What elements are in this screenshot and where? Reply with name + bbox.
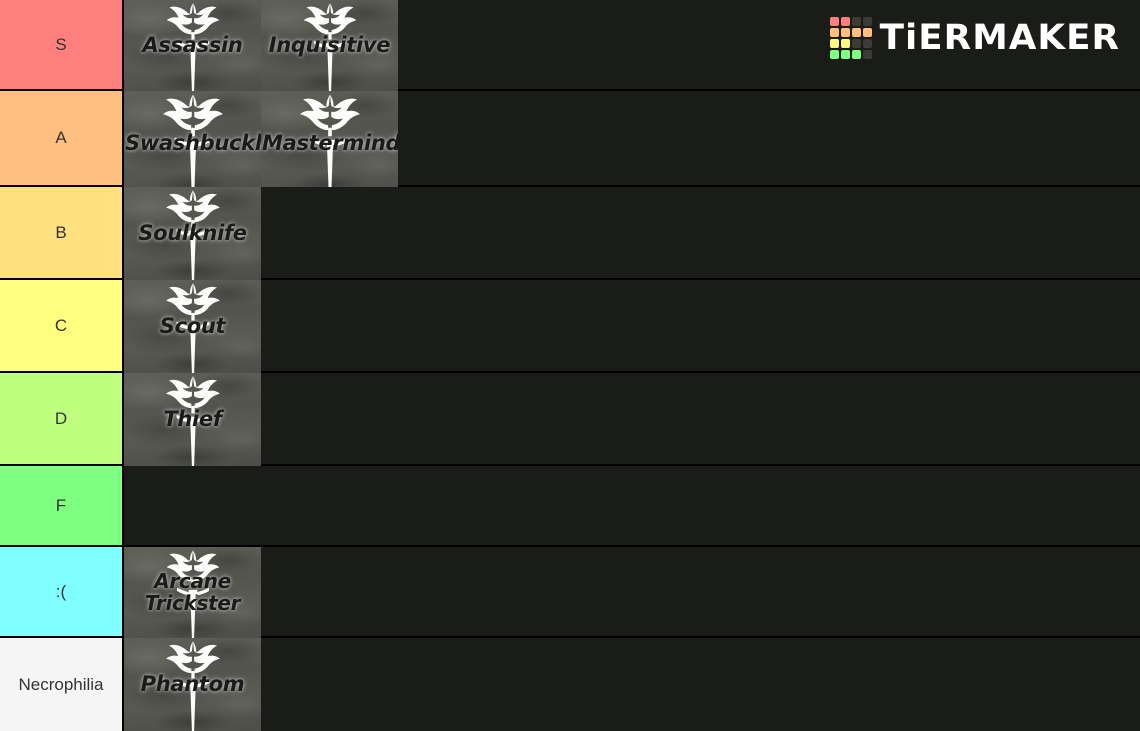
tiermaker-logo: TiERMAKER <box>830 17 1121 59</box>
logo-cell-r3-c0 <box>830 50 840 59</box>
logo-cell-r2-c3 <box>863 39 873 48</box>
card-title: Swashbuckler <box>125 130 261 155</box>
card-title: Scout <box>159 314 226 339</box>
tier-label[interactable]: B <box>0 187 124 278</box>
card-title: Arcane Trickster <box>144 568 241 615</box>
tier-items: Phantom <box>124 638 1140 731</box>
logo-cell-r3-c1 <box>841 50 851 59</box>
logo-cell-r2-c2 <box>852 39 862 48</box>
tier-item-card[interactable]: Soulknife <box>124 187 261 280</box>
card-title: Thief <box>163 407 222 432</box>
tier-row[interactable]: C Scout <box>0 280 1140 373</box>
tiermaker-grid-icon <box>830 17 873 59</box>
tier-item-card[interactable]: Assassin <box>124 0 261 91</box>
tier-items: Thief <box>124 373 1140 466</box>
tier-row[interactable]: B Soulknife <box>0 187 1140 280</box>
tier-row[interactable]: ASwashbucklerMastermind <box>0 91 1140 195</box>
logo-cell-r2-c1 <box>841 39 851 48</box>
logo-cell-r0-c3 <box>863 17 873 26</box>
tier-label[interactable]: F <box>0 466 124 545</box>
logo-cell-r1-c1 <box>841 28 851 37</box>
tier-row[interactable]: F <box>0 466 1140 547</box>
tier-items: Arcane Trickster <box>124 547 1140 638</box>
tier-item-card[interactable]: Mastermind <box>261 91 398 195</box>
tier-label[interactable]: A <box>0 91 124 185</box>
tier-label[interactable]: Necrophilia <box>0 638 124 731</box>
tier-item-card[interactable]: Inquisitive <box>261 0 398 91</box>
logo-cell-r1-c3 <box>863 28 873 37</box>
tier-items: SwashbucklerMastermind <box>124 91 1140 195</box>
tiermaker-wordmark: TiERMAKER <box>880 17 1121 58</box>
logo-cell-r1-c0 <box>830 28 840 37</box>
tier-row[interactable]: :( Arcane Trickster <box>0 547 1140 638</box>
tier-label[interactable]: D <box>0 373 124 464</box>
card-title: Inquisitive <box>268 33 391 58</box>
card-title: Mastermind <box>262 130 398 155</box>
tier-item-card[interactable]: Arcane Trickster <box>124 547 261 638</box>
tier-item-card[interactable]: Scout <box>124 280 261 373</box>
tier-label[interactable]: C <box>0 280 124 371</box>
logo-cell-r0-c0 <box>830 17 840 26</box>
tier-list-board: TiERMAKER S Assassin Inquisitive A Swashbuck… <box>0 0 1140 731</box>
card-title: Assassin <box>142 33 243 58</box>
tier-label[interactable]: :( <box>0 547 124 636</box>
tier-label[interactable]: S <box>0 0 124 89</box>
card-title: Phantom <box>140 672 245 697</box>
logo-cell-r3-c3 <box>863 50 873 59</box>
logo-cell-r2-c0 <box>830 39 840 48</box>
tier-items: Scout <box>124 280 1140 373</box>
tier-rows-container: S Assassin Inquisitive ASwashbucklerMasterm… <box>0 0 1140 731</box>
card-title: Soulknife <box>138 221 247 246</box>
tier-item-card[interactable]: Thief <box>124 373 261 466</box>
logo-cell-r3-c2 <box>852 50 862 59</box>
tier-item-card[interactable]: Swashbuckler <box>124 91 261 195</box>
logo-cell-r0-c2 <box>852 17 862 26</box>
logo-cell-r0-c1 <box>841 17 851 26</box>
logo-cell-r1-c2 <box>852 28 862 37</box>
tier-row[interactable]: D Thief <box>0 373 1140 466</box>
tier-item-card[interactable]: Phantom <box>124 638 261 731</box>
tier-items: Soulknife <box>124 187 1140 280</box>
tier-items <box>124 466 1140 545</box>
tier-row[interactable]: Necrophilia Phantom <box>0 638 1140 731</box>
